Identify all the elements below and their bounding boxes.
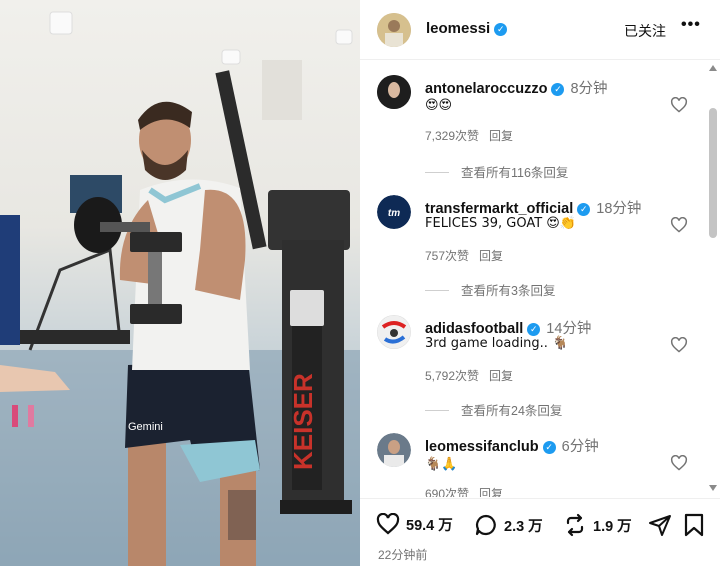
comment-likes-count[interactable]: 7,329次赞 [425,129,479,143]
verified-badge-icon: ✓ [551,83,565,96]
like-action[interactable]: 59.4 万 [376,513,453,535]
comment-username[interactable]: transfermarkt_official ✓ 18分钟 [425,197,641,218]
comment-avatar[interactable] [377,75,411,109]
comment-username[interactable]: leomessifanclub ✓ 6分钟 [425,435,599,456]
comment-text: 😍😍 [425,98,453,113]
comment-likes-count[interactable]: 690次赞 [425,487,469,497]
post-actions-bar: 59.4 万 2.3 万 1.9 万 22分钟前 [360,498,720,566]
repost-icon[interactable] [563,513,587,537]
shirt-brand-text: Gemini [128,421,163,433]
comment-meta: 757次赞 回复 [425,247,503,264]
comment-username[interactable]: adidasfootball ✓ 14分钟 [425,317,591,338]
comment-likes-count[interactable]: 5,792次赞 [425,369,479,383]
like-comment-heart-icon[interactable] [670,337,688,353]
comment-time: 6分钟 [561,439,599,455]
verified-badge-icon: ✓ [494,23,508,36]
view-replies-link[interactable]: 查看所有116条回复 [425,162,568,181]
comment-text: FELICES 39, GOAT 😍👏 [425,216,577,231]
reply-button[interactable]: 回复 [489,369,513,383]
svg-text:tm: tm [388,208,400,219]
comment-text: 3rd game loading.. 🐐 [425,336,569,351]
verified-badge-icon: ✓ [542,441,556,454]
comment-time: 18分钟 [596,201,642,217]
scrollbar-thumb[interactable] [709,108,717,238]
comment-avatar[interactable] [377,315,411,349]
comment-username[interactable]: antonelaroccuzzo ✓ 8分钟 [425,77,608,98]
comment-meta: 5,792次赞 回复 [425,367,513,384]
comment-meta: 7,329次赞 回复 [425,127,513,144]
reply-button[interactable]: 回复 [479,249,503,263]
view-replies-link[interactable]: 查看所有24条回复 [425,400,562,419]
keiser-logo: KEISER [288,373,318,470]
scroll-up-arrow-icon[interactable] [709,65,717,71]
verified-badge-icon: ✓ [577,203,591,216]
bookmark-icon[interactable] [683,513,705,537]
reply-button[interactable]: 回复 [479,487,503,497]
comments-list[interactable]: antonelaroccuzzo ✓ 8分钟 😍😍 7,329次赞 回复 查看所有11… [360,61,706,497]
post-header: leomessi ✓ 已关注 ••• [360,0,720,60]
heart-icon[interactable] [376,513,400,535]
likes-count: 59.4 万 [406,517,453,534]
comment-action[interactable]: 2.3 万 [474,513,543,537]
comment-time: 14分钟 [546,321,592,337]
comments-count: 2.3 万 [504,518,543,535]
repost-action[interactable]: 1.9 万 [563,513,632,537]
comment-bubble-icon[interactable] [474,513,498,537]
author-username[interactable]: leomessi ✓ [426,20,508,37]
comment-avatar[interactable]: tm [377,195,411,229]
like-comment-heart-icon[interactable] [670,455,688,471]
scroll-down-arrow-icon[interactable] [709,485,717,491]
comment-time: 8分钟 [570,81,608,97]
post-photo[interactable]: KEISER Gemini [0,0,360,566]
comment-text: 🐐🙏 [425,457,458,472]
like-comment-heart-icon[interactable] [670,97,688,113]
following-button[interactable]: 已关注 [624,21,666,41]
post-side-panel: leomessi ✓ 已关注 ••• antonelaroccuzzo ✓ 8分钟 😍… [360,0,720,566]
comments-scrollbar[interactable] [706,61,720,497]
post-timestamp: 22分钟前 [378,548,428,562]
reposts-count: 1.9 万 [593,518,632,535]
comment-meta: 690次赞 回复 [425,485,503,497]
reply-button[interactable]: 回复 [489,129,513,143]
more-options-icon[interactable]: ••• [681,16,701,34]
comment-avatar[interactable] [377,433,411,467]
view-replies-link[interactable]: 查看所有3条回复 [425,280,555,299]
author-avatar[interactable] [377,13,411,47]
verified-badge-icon: ✓ [527,323,541,336]
comment-likes-count[interactable]: 757次赞 [425,249,469,263]
share-send-icon[interactable] [648,513,672,537]
like-comment-heart-icon[interactable] [670,217,688,233]
